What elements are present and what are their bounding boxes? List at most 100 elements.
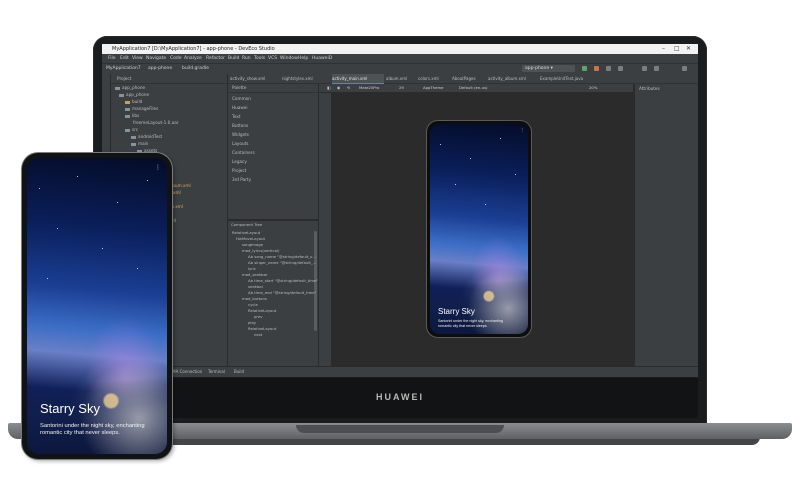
breadcrumb-file[interactable]: build.gradle — [182, 64, 209, 74]
tree-node[interactable]: mod_buttons — [242, 296, 267, 301]
folder-icon — [131, 142, 136, 146]
wallpaper-title: Starry Sky — [40, 401, 100, 416]
tree-item-label: build — [132, 99, 143, 104]
tree-node[interactable]: songImage — [242, 242, 263, 247]
zoom-level[interactable]: 20% — [589, 84, 597, 92]
palette-item[interactable]: Legacy — [232, 159, 247, 164]
menu-edit[interactable]: Edit — [120, 54, 129, 63]
tree-node[interactable]: mod_lyrics(vertical) — [242, 248, 279, 253]
menu-analyze[interactable]: Analyze — [184, 54, 202, 63]
tree-node[interactable]: seekbar — [248, 284, 263, 289]
maximize-icon[interactable]: □ — [674, 44, 680, 54]
design-toolbar: ◧ ◉ ⟲ Mate20Pro 29 AppTheme Default (en-… — [319, 84, 633, 93]
menu-view[interactable]: View — [132, 54, 143, 63]
tree-node[interactable]: Ab time_start "@string/default_time" — [248, 278, 318, 283]
tree-node[interactable]: RelativeLayout — [248, 308, 276, 313]
debug-icon[interactable] — [594, 66, 599, 71]
tree-node[interactable]: play — [248, 320, 256, 325]
search-icon[interactable] — [682, 66, 687, 71]
locale-select[interactable]: Default (en-us) — [459, 84, 488, 92]
design-canvas[interactable]: ⋮ Starry Sky Santorini under the night s… — [332, 93, 633, 366]
window-title: MyApplication7 [D:\MyApplication7] - app… — [112, 46, 275, 52]
menu-file[interactable]: File — [108, 54, 116, 63]
sdk-manager-icon[interactable] — [654, 66, 659, 71]
tree-item[interactable]: freemeLayout-1.0.aar — [133, 120, 179, 126]
tab-colors[interactable]: colors.xml — [418, 74, 450, 83]
profile-icon[interactable] — [606, 66, 611, 71]
menu-tools[interactable]: Tools — [254, 54, 265, 63]
palette-item[interactable]: Containers — [232, 150, 255, 155]
tree-item[interactable]: main — [131, 141, 148, 147]
menu-run[interactable]: Run — [242, 54, 251, 63]
star — [515, 174, 516, 175]
close-icon[interactable]: ✕ — [686, 44, 691, 54]
tab-album[interactable]: album.xml — [386, 74, 416, 83]
palette-item[interactable]: Layouts — [232, 141, 248, 146]
tree-item[interactable]: androidTest — [131, 134, 162, 140]
menu-huaweid[interactable]: HuaweiD — [312, 54, 332, 63]
status-hima-connection[interactable]: HiMA Connection — [168, 367, 202, 377]
tab-activity-show[interactable]: activity_show.xml — [230, 74, 280, 83]
palette-item[interactable]: 3rd Party — [232, 177, 251, 182]
menu-navigate[interactable]: Navigate — [146, 54, 166, 63]
blueprint-icon[interactable]: ◉ — [337, 84, 340, 92]
palette-item[interactable]: Text — [232, 114, 240, 119]
menu-refactor[interactable]: Refactor — [206, 54, 225, 63]
tab-example-unit-test[interactable]: ExampleUnitTest.java — [540, 74, 600, 83]
preview-device: ⋮ Starry Sky Santorini under the night s… — [426, 120, 532, 338]
theme-select[interactable]: AppTheme — [423, 84, 444, 92]
project-header-label[interactable]: Project — [117, 74, 131, 83]
palette-item[interactable]: Widgets — [232, 132, 249, 137]
device-select[interactable]: Mate20Pro — [359, 84, 379, 92]
tree-node[interactable]: Ab time_end "@string/default_time" — [248, 290, 316, 295]
tree-node[interactable]: lyric — [248, 266, 256, 271]
menu-dots-icon[interactable]: ⋮ — [155, 164, 161, 171]
tree-node[interactable]: Ab song_name "@string/default_s... — [248, 254, 316, 259]
tree-node[interactable]: Ab singer_name "@string/default_... — [248, 260, 316, 265]
api-select[interactable]: 29 — [399, 84, 404, 92]
tree-item[interactable]: app_phone — [115, 85, 145, 91]
minimize-icon[interactable]: – — [662, 44, 665, 54]
status-build[interactable]: Build — [234, 367, 244, 377]
orientation-icon[interactable]: ⟲ — [347, 84, 350, 92]
menu-build[interactable]: Build — [228, 54, 239, 63]
run-config-select[interactable]: app-phone ▾ — [522, 65, 575, 72]
tree-item[interactable]: manageFiles — [125, 106, 158, 112]
palette-item[interactable]: Common — [232, 96, 251, 101]
palette-item[interactable]: Project — [232, 168, 246, 173]
phone-screen: ⋮ Starry Sky Santorini under the night s… — [27, 158, 167, 454]
breadcrumb-module[interactable]: app-phone — [148, 64, 172, 74]
run-icon[interactable] — [582, 66, 587, 71]
tab-aboutpages[interactable]: AboutPages — [452, 74, 486, 83]
tree-item[interactable]: build — [125, 99, 142, 105]
tab-activity-album[interactable]: activity_album.xml — [488, 74, 538, 83]
star — [485, 204, 486, 205]
tree-node[interactable]: RelativeLayout — [248, 326, 276, 331]
tree-node[interactable]: HwMoveLayout — [236, 236, 265, 241]
tree-item[interactable]: app_phone — [119, 92, 149, 98]
palette-item[interactable]: Buttons — [232, 123, 248, 128]
tree-node[interactable]: prev — [254, 314, 262, 319]
menu-code[interactable]: Code — [170, 54, 182, 63]
tab-nightstyles[interactable]: nightstyles.xml — [282, 74, 330, 83]
menu-vcs[interactable]: VCS — [268, 54, 277, 63]
tab-activity-main[interactable]: activity_main.xml — [332, 74, 384, 84]
tree-item-label: src — [132, 127, 139, 132]
menu-help[interactable]: Help — [298, 54, 308, 63]
component-tree-header: Component Tree — [231, 222, 263, 227]
status-terminal[interactable]: Terminal — [208, 367, 225, 377]
tree-node[interactable]: mod_seekbar — [242, 272, 267, 277]
tree-item-label: main — [138, 141, 149, 146]
layers-icon[interactable]: ◧ — [327, 84, 331, 92]
breadcrumb-project[interactable]: MyApplication7 — [106, 64, 141, 74]
device-manager-icon[interactable] — [642, 66, 647, 71]
tree-item[interactable]: src — [125, 127, 138, 133]
palette-item[interactable]: Huawei — [232, 105, 248, 110]
tree-node[interactable]: RelativeLayout — [232, 230, 260, 235]
sync-icon[interactable] — [618, 66, 623, 71]
tree-node[interactable]: next — [254, 332, 262, 337]
star — [47, 278, 48, 279]
menu-window[interactable]: Window — [280, 54, 298, 63]
tree-item[interactable]: libs — [125, 113, 139, 119]
tree-node[interactable]: cycle — [248, 302, 258, 307]
